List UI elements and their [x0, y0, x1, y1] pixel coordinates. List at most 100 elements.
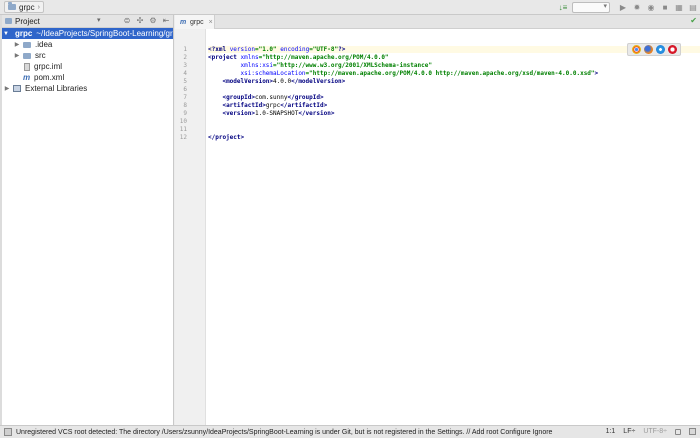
- scroll-from-source-icon[interactable]: ✣: [136, 16, 144, 25]
- code-line-4: xsi:schemaLocation="http://maven.apache.…: [208, 70, 599, 77]
- file-encoding[interactable]: UTF-8÷: [643, 428, 667, 435]
- tree-item-external-libraries[interactable]: ▶ External Libraries: [2, 83, 173, 94]
- line-number: 9: [183, 110, 187, 117]
- stop-icon[interactable]: ■: [660, 3, 670, 13]
- tree-item-label: pom.xml: [34, 73, 65, 82]
- line-number: 7: [183, 94, 187, 101]
- status-message[interactable]: Unregistered VCS root detected: The dire…: [16, 429, 552, 436]
- token: >: [594, 70, 599, 77]
- collapsed-arrow-icon[interactable]: ▶: [13, 41, 21, 48]
- tool-windows-icon[interactable]: [4, 428, 12, 436]
- token: <groupId>: [222, 94, 255, 101]
- chrome-icon[interactable]: [631, 45, 641, 54]
- token: </modelVersion>: [291, 78, 346, 85]
- sync-icon[interactable]: ⊜: [123, 16, 131, 25]
- line-separator[interactable]: LF÷: [623, 428, 635, 435]
- project-panel-header: Project ▾ ⊜ ✣ ⚙ ⇤: [2, 15, 173, 28]
- token: 1.0-SNAPSHOT: [254, 110, 299, 117]
- code-area[interactable]: <?xml version="1.0" encoding="UTF-8"?> <…: [208, 29, 700, 425]
- code-line-12: </project>: [208, 134, 244, 141]
- line-number: 12: [179, 134, 187, 141]
- line-number: 5: [183, 78, 187, 85]
- line-number: 11: [179, 126, 187, 133]
- token: xmlns: [240, 54, 259, 61]
- navigation-bar: grpc › ↓≡ ▶ ✹ ◉ ■ ▦ ▤: [0, 0, 700, 15]
- hide-panel-icon[interactable]: ⇤: [162, 16, 170, 25]
- build-icon[interactable]: ↓≡: [558, 3, 568, 13]
- tree-item-grpc[interactable]: ▼ grpc ~/IdeaProjects/SpringBoot-Learnin…: [2, 28, 173, 39]
- editor-tab-grpc[interactable]: m grpc ×: [175, 15, 215, 29]
- debug-icon[interactable]: ✹: [632, 3, 642, 13]
- tree-item-label: grpc.iml: [34, 62, 63, 71]
- run-configuration-select[interactable]: [572, 2, 610, 13]
- run-icon[interactable]: ▶: [618, 3, 628, 13]
- iml-file-icon: [24, 62, 30, 71]
- library-icon: [13, 85, 21, 92]
- folder-icon: [23, 41, 31, 48]
- token: version: [229, 46, 255, 53]
- line-number: 6: [183, 86, 187, 93]
- caret-position[interactable]: 1:1: [606, 428, 616, 435]
- tree-item-pom-xml[interactable]: m pom.xml: [2, 72, 173, 83]
- line-number: 2: [183, 54, 187, 61]
- event-log-icon[interactable]: [689, 428, 696, 435]
- tree-item-label: grpc: [14, 29, 33, 38]
- tree-item-label: src: [35, 51, 46, 60]
- search-everywhere-icon[interactable]: ▤: [688, 3, 698, 13]
- token: </version>: [298, 110, 335, 117]
- token: <modelVersion>: [222, 78, 274, 85]
- project-panel: Project ▾ ⊜ ✣ ⚙ ⇤ ▼ grpc ~/IdeaProjects/…: [2, 15, 174, 425]
- lock-icon[interactable]: [675, 428, 681, 435]
- maven-file-icon: m: [23, 73, 31, 82]
- chevron-right-icon: ›: [37, 3, 40, 11]
- token: 4.0.0: [273, 78, 292, 85]
- token: ?>: [338, 46, 346, 53]
- breadcrumb-grpc[interactable]: grpc ›: [4, 1, 44, 13]
- coverage-icon[interactable]: ◉: [646, 3, 656, 13]
- token: ="1.0": [254, 46, 281, 53]
- expanded-arrow-icon[interactable]: ▼: [3, 31, 9, 37]
- folder-icon: [23, 52, 31, 59]
- open-in-browser-popup: [627, 43, 681, 56]
- tree-item-grpc-iml[interactable]: grpc.iml: [2, 61, 173, 72]
- breadcrumb-label: grpc: [19, 2, 35, 12]
- tab-label: grpc: [190, 18, 204, 26]
- firefox-icon[interactable]: [643, 45, 653, 54]
- collapsed-arrow-icon[interactable]: ▶: [3, 85, 11, 92]
- project-folder-icon: [5, 18, 12, 24]
- close-icon[interactable]: ×: [209, 19, 213, 26]
- status-bar: Unregistered VCS root detected: The dire…: [0, 425, 700, 438]
- code-line-8: <artifactId>grpc</artifactId>: [208, 102, 327, 109]
- token: com.sunny: [254, 94, 288, 101]
- opera-icon[interactable]: [667, 45, 677, 54]
- maven-file-icon: m: [180, 18, 187, 26]
- token: xmlns:xsi: [240, 62, 274, 69]
- safari-icon[interactable]: [655, 45, 665, 54]
- project-tree: ▼ grpc ~/IdeaProjects/SpringBoot-Learnin…: [2, 28, 173, 94]
- folder-icon: [8, 2, 16, 10]
- token: </groupId>: [287, 94, 324, 101]
- token: <artifactId>: [222, 102, 266, 109]
- line-number: 8: [183, 102, 187, 109]
- gear-icon[interactable]: ⚙: [149, 16, 157, 25]
- collapsed-arrow-icon[interactable]: ▶: [13, 52, 21, 59]
- tree-item-src[interactable]: ▶ src: [2, 50, 173, 61]
- tree-item-label: .idea: [35, 40, 53, 49]
- code-line-2: <project xmlns="http://maven.apache.org/…: [208, 54, 389, 61]
- token: <?xml: [208, 46, 230, 53]
- checkmark-icon: ✔: [690, 16, 697, 25]
- token: xsi:schemaLocation: [240, 70, 306, 77]
- line-number-gutter: 1 2 3 4 5 6 7 8 9 10 11 12: [175, 29, 206, 425]
- project-view-title[interactable]: Project: [15, 17, 40, 26]
- chevron-down-icon[interactable]: ▾: [97, 16, 101, 24]
- token: ="UTF-8": [309, 46, 339, 53]
- line-number: 4: [183, 70, 187, 77]
- token: ="http://maven.apache.org/POM/4.0.0": [258, 54, 389, 61]
- project-structure-icon[interactable]: ▦: [674, 3, 684, 13]
- tree-item-idea[interactable]: ▶ .idea: [2, 39, 173, 50]
- toolbar-right: ↓≡ ▶ ✹ ◉ ■ ▦ ▤: [558, 1, 698, 14]
